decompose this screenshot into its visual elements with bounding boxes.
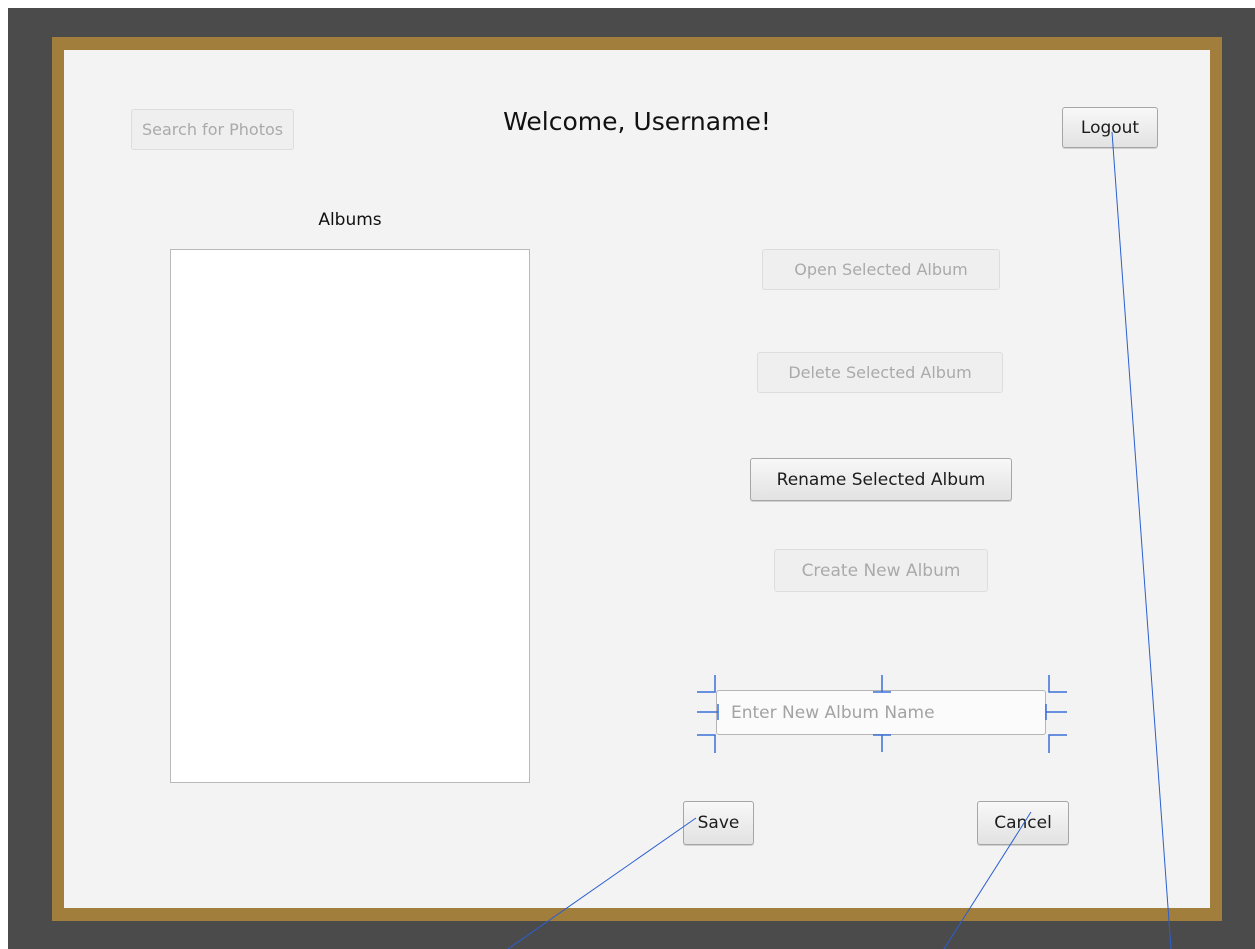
page-title: Welcome, Username! [503,107,771,136]
create-album-button[interactable]: Create New Album [774,549,988,592]
albums-heading: Albums [318,210,382,230]
cancel-button[interactable]: Cancel [977,801,1069,845]
save-button[interactable]: Save [683,801,754,845]
canvas-edge-top [0,0,1255,8]
delete-album-button[interactable]: Delete Selected Album [757,352,1003,393]
new-album-name-input[interactable] [716,690,1046,735]
canvas-edge-left [0,0,8,949]
album-list[interactable] [170,249,530,783]
design-canvas: Search for Photos Welcome, Username! Log… [0,0,1255,949]
album-manager-window: Search for Photos Welcome, Username! Log… [64,50,1210,908]
open-album-button[interactable]: Open Selected Album [762,249,1000,290]
logout-button[interactable]: Logout [1062,107,1158,148]
rename-album-button[interactable]: Rename Selected Album [750,458,1012,501]
